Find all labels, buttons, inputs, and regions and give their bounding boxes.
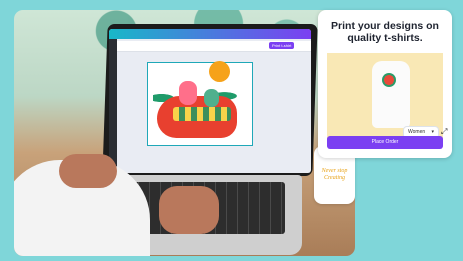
laptop-screen: Print t-shirt [109,29,311,173]
print-shirt-button[interactable]: Print t-shirt [269,42,295,49]
editor-header [109,29,311,39]
mug-print-text: Never stop Creating [321,168,348,181]
child-figure-illustration [204,89,219,107]
tshirt-print-icon [382,73,396,87]
card-title: Print your designs on quality t-shirts. [331,20,439,44]
place-order-button[interactable]: Place Order [327,136,443,149]
expand-icon[interactable]: ⤢ [441,127,447,137]
woman-figure-illustration [179,81,197,105]
left-hand [59,154,117,188]
picnic-blanket-illustration [173,107,231,121]
editor-sidebar [109,39,117,173]
promo-card: Print your designs on quality t-shirts. … [318,10,452,158]
tshirt-mockup [372,61,410,128]
right-hand [159,186,219,234]
product-preview: Women ▾ ⤢ [327,53,447,139]
hero-photo: Print t-shirt [14,10,355,256]
